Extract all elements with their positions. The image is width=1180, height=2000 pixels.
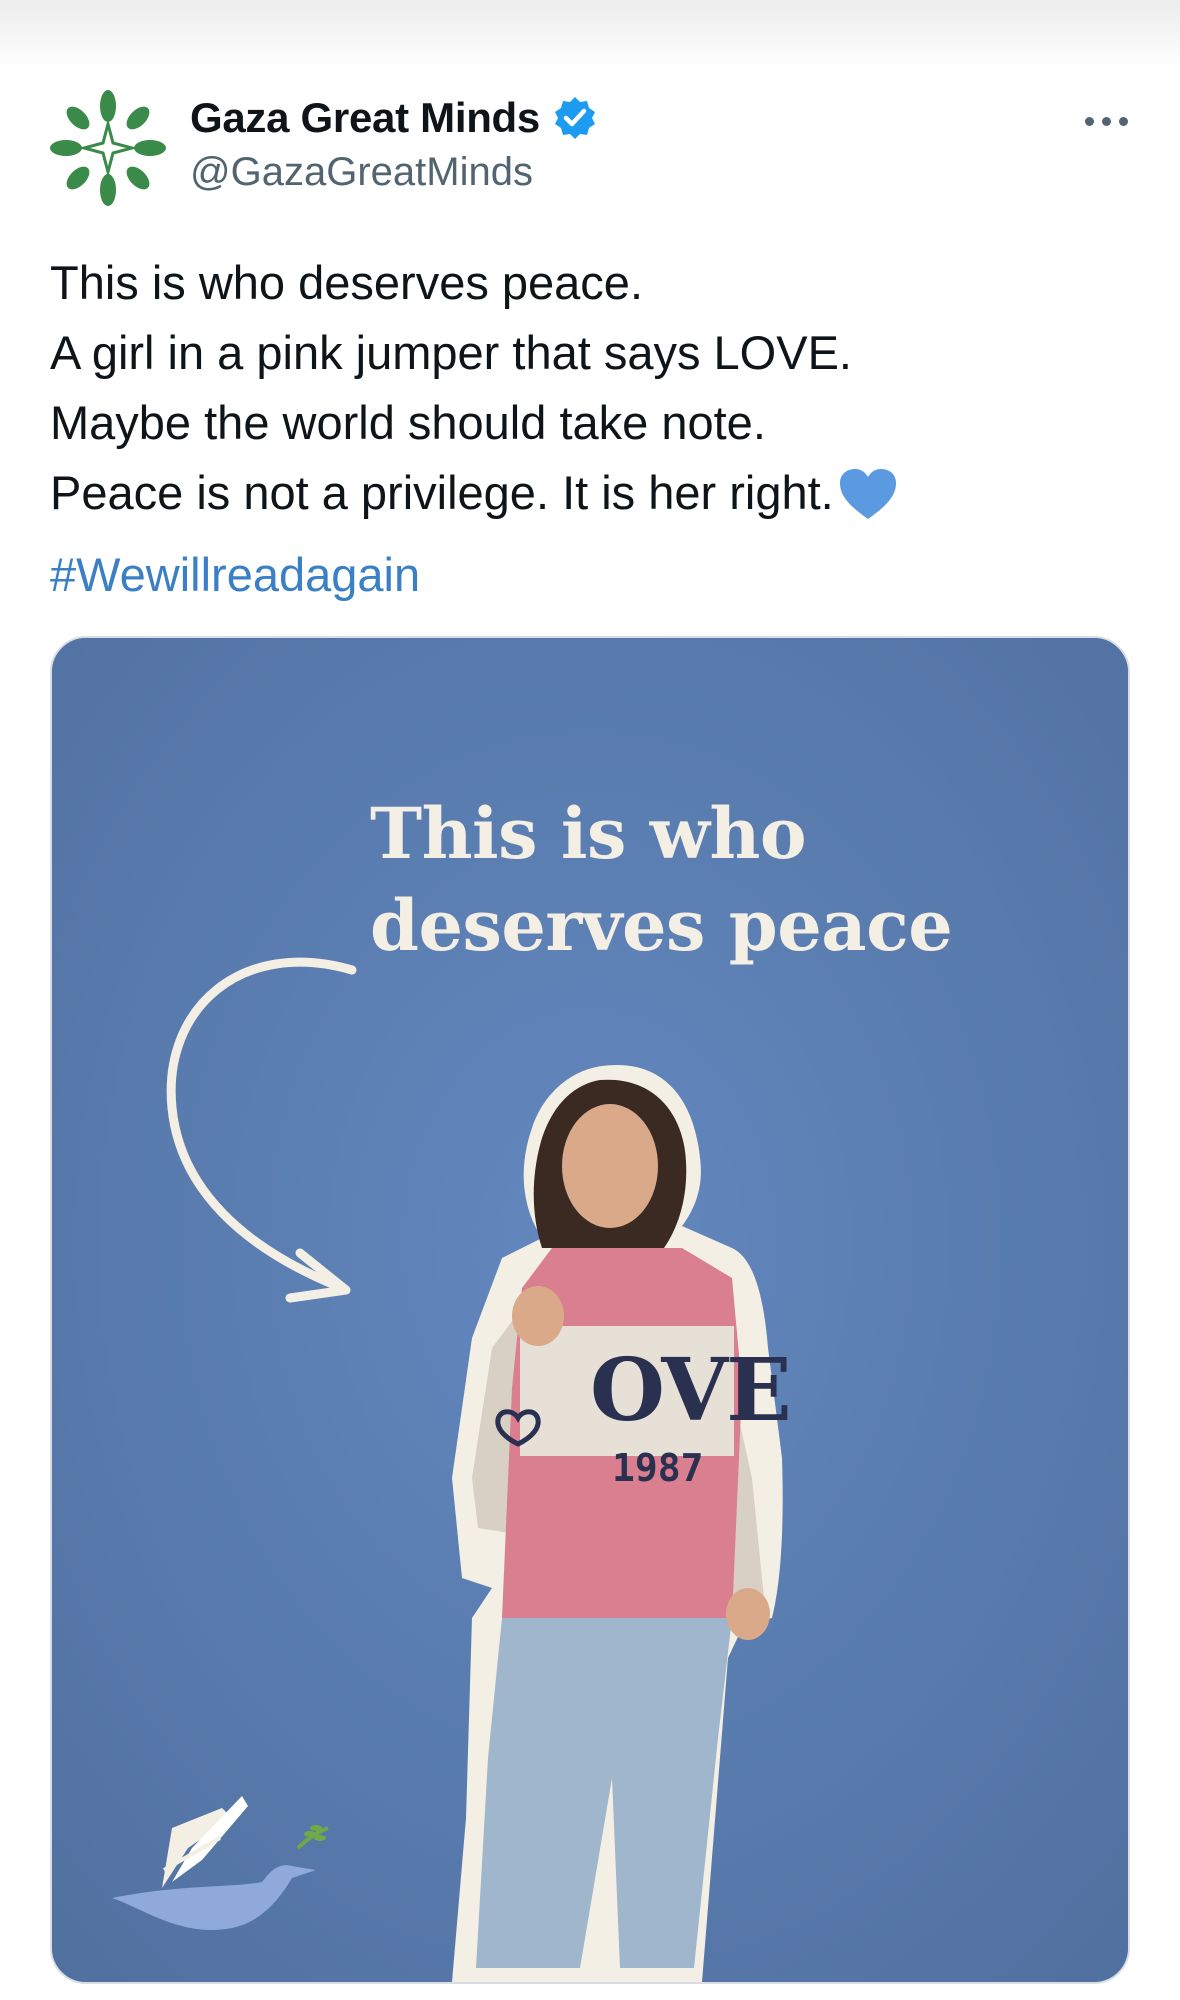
display-name[interactable]: Gaza Great Minds bbox=[190, 94, 540, 142]
tweet-line: Maybe the world should take note. bbox=[50, 396, 766, 449]
poster-title: This is who deserves peace bbox=[370, 788, 953, 972]
account-handle[interactable]: @GazaGreatMinds bbox=[190, 150, 533, 195]
hashtag-link[interactable]: #Wewillreadagain bbox=[50, 540, 1130, 610]
account-name-row[interactable]: Gaza Great Minds bbox=[190, 88, 598, 148]
tweet-media-image[interactable]: This is who deserves peace OVE 1987 bbox=[50, 636, 1130, 1984]
sweater-love-text: OVE bbox=[590, 1340, 792, 1441]
more-horizontal-icon bbox=[1084, 116, 1094, 126]
green-star-flower-logo-icon bbox=[50, 90, 166, 206]
tweet-line-with-heart: Peace is not a privilege. It is her righ… bbox=[50, 458, 1130, 540]
blue-heart-icon bbox=[838, 467, 898, 540]
dove-book-logo-icon bbox=[112, 1796, 329, 1931]
more-options-button[interactable] bbox=[1076, 96, 1136, 146]
sweater-year-text: 1987 bbox=[612, 1446, 704, 1490]
tweet-line: Peace is not a privilege. It is her righ… bbox=[50, 466, 834, 519]
tweet-line: This is who deserves peace. bbox=[50, 256, 644, 309]
more-dot bbox=[1101, 116, 1111, 126]
tweet-line: A girl in a pink jumper that says LOVE. bbox=[50, 326, 852, 379]
account-avatar[interactable] bbox=[46, 86, 170, 210]
tweet-text: This is who deserves peace. A girl in a … bbox=[50, 248, 1130, 610]
curved-arrow-icon bbox=[166, 957, 357, 1303]
top-fade bbox=[0, 0, 1180, 70]
poster-title-line: This is who bbox=[370, 792, 807, 875]
more-dot bbox=[1118, 116, 1128, 126]
girl-photo-cutout bbox=[452, 1064, 783, 1982]
verified-badge-icon bbox=[552, 95, 598, 141]
poster-title-line: deserves peace bbox=[370, 884, 953, 967]
